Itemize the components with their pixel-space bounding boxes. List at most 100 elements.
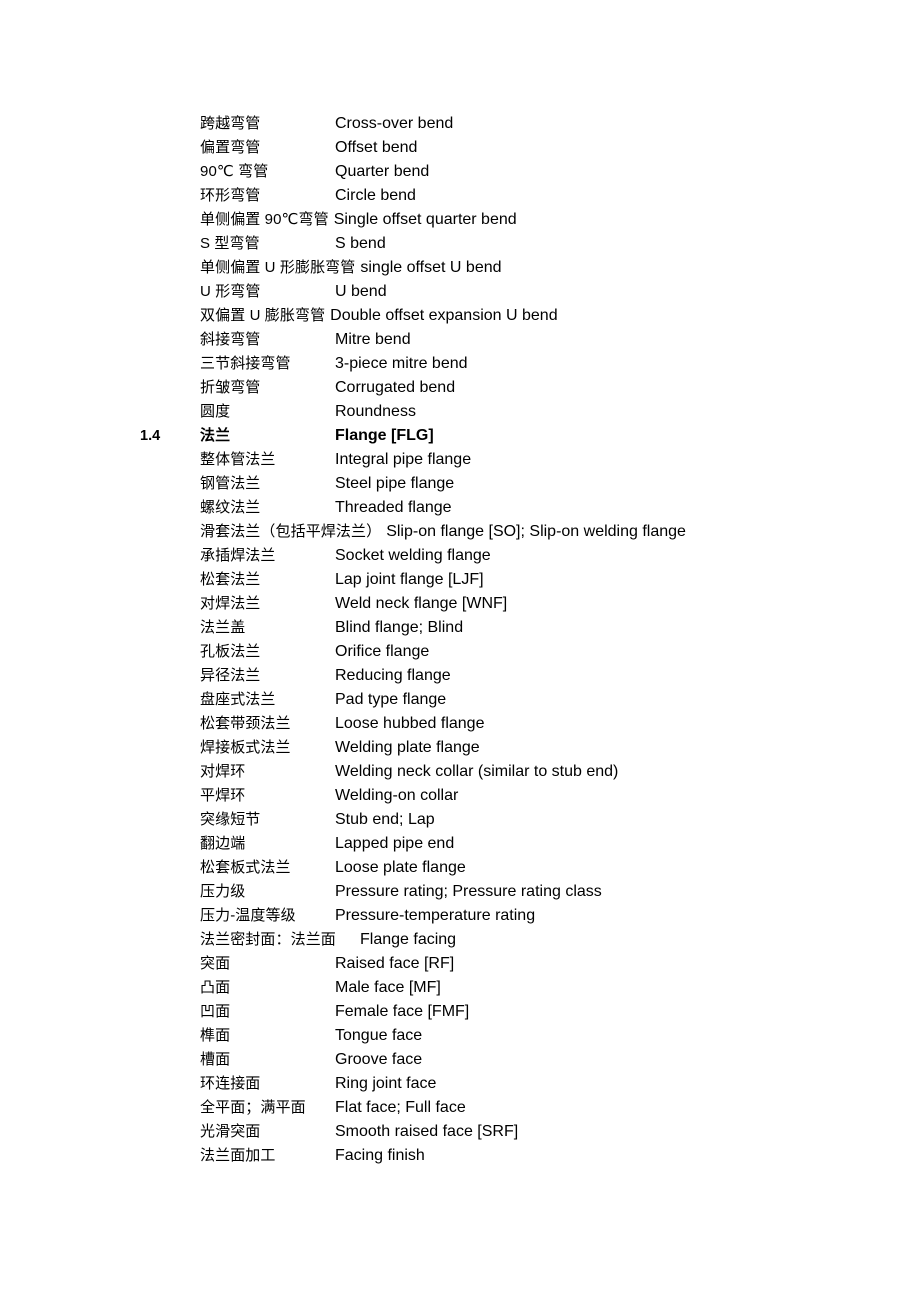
term-chinese: 双偏置 U 膨胀弯管 (200, 307, 326, 324)
term-chinese: 松套板式法兰 (200, 859, 291, 876)
term-chinese: 突面 (200, 955, 231, 972)
term-english: Lapped pipe end (335, 835, 455, 852)
term-english: Roundness (335, 403, 416, 420)
term-english: Integral pipe flange (335, 451, 472, 468)
term-chinese: 整体管法兰 (200, 451, 276, 468)
term-english: Welding plate flange (335, 739, 480, 756)
glossary-row: 整体管法兰 Integral pipe flange (0, 448, 920, 472)
term-chinese: 偏置弯管 (200, 139, 261, 156)
term-chinese: 法兰盖 (200, 619, 246, 636)
glossary-row: U 形弯管 U bend (0, 280, 920, 304)
term-english: Steel pipe flange (335, 475, 455, 492)
glossary-row: 凹面 Female face [FMF] (0, 1000, 920, 1024)
term-english: Stub end; Lap (335, 811, 435, 828)
term-chinese: 环形弯管 (200, 187, 261, 204)
glossary-row: 斜接弯管 Mitre bend (0, 328, 920, 352)
glossary-row: 对焊法兰 Weld neck flange [WNF] (0, 592, 920, 616)
term-chinese: 钢管法兰 (200, 475, 261, 492)
term-english: Pressure-temperature rating (335, 907, 536, 924)
term-english: Double offset expansion U bend (330, 307, 558, 324)
term-chinese: U 形弯管 (200, 283, 261, 300)
term-chinese: 承插焊法兰 (200, 547, 276, 564)
glossary-row: S 型弯管 S bend (0, 232, 920, 256)
term-chinese: 松套带颈法兰 (200, 715, 291, 732)
glossary-row: 焊接板式法兰 Welding plate flange (0, 736, 920, 760)
term-chinese: 螺纹法兰 (200, 499, 261, 516)
glossary-row: 对焊环 Welding neck collar (similar to stub … (0, 760, 920, 784)
glossary-row: 双偏置 U 膨胀弯管 Double offset expansion U bend (0, 304, 920, 328)
glossary-row: 钢管法兰 Steel pipe flange (0, 472, 920, 496)
term-chinese: 光滑突面 (200, 1123, 261, 1140)
glossary-row: 突面 Raised face [RF] (0, 952, 920, 976)
term-chinese: 斜接弯管 (200, 331, 261, 348)
glossary-row: 承插焊法兰 Socket welding flange (0, 544, 920, 568)
term-chinese: 异径法兰 (200, 667, 261, 684)
term-chinese: 法兰面加工 (200, 1147, 276, 1164)
term-english: Ring joint face (335, 1075, 437, 1092)
glossary-row: 全平面；满平面 Flat face; Full face (0, 1096, 920, 1120)
term-english: Facing finish (335, 1147, 425, 1164)
term-chinese: 槽面 (200, 1051, 231, 1068)
glossary-row: 槽面 Groove face (0, 1048, 920, 1072)
glossary-row: 压力-温度等级 Pressure-temperature rating (0, 904, 920, 928)
term-english: Female face [FMF] (335, 1003, 470, 1020)
glossary-row: 榫面 Tongue face (0, 1024, 920, 1048)
term-english: Weld neck flange [WNF] (335, 595, 508, 612)
term-english: Smooth raised face [SRF] (335, 1123, 519, 1140)
term-chinese: 三节斜接弯管 (200, 355, 291, 372)
glossary-row: 凸面 Male face [MF] (0, 976, 920, 1000)
section-number: 1.4 (140, 428, 161, 444)
term-chinese: 焊接板式法兰 (200, 739, 291, 756)
glossary-row: 圆度 Roundness (0, 400, 920, 424)
glossary-row: 突缘短节 Stub end; Lap (0, 808, 920, 832)
glossary-row: 环形弯管 Circle bend (0, 184, 920, 208)
term-english: Quarter bend (335, 163, 430, 180)
term-chinese: 全平面；满平面 (200, 1099, 306, 1116)
term-english: Flat face; Full face (335, 1099, 466, 1116)
term-english: Welding-on collar (335, 787, 459, 804)
term-english: Tongue face (335, 1027, 423, 1044)
term-english: Reducing flange (335, 667, 451, 684)
term-chinese: 环连接面 (200, 1075, 261, 1092)
term-english: Cross-over bend (335, 115, 454, 132)
glossary-row: 单侧偏置 U 形膨胀弯管 single offset U bend (0, 256, 920, 280)
glossary-row: 三节斜接弯管 3-piece mitre bend (0, 352, 920, 376)
glossary-row: 1.4 法兰 Flange [FLG] (0, 424, 920, 448)
glossary-row: 90℃ 弯管 Quarter bend (0, 160, 920, 184)
term-english: Offset bend (335, 139, 418, 156)
glossary-row: 单侧偏置 90℃弯管 Single offset quarter bend (0, 208, 920, 232)
document-page: 跨越弯管 Cross-over bend 偏置弯管 Offset bend 90℃ 弯管… (0, 0, 920, 1302)
glossary-row: 螺纹法兰 Threaded flange (0, 496, 920, 520)
term-chinese: 法兰密封面：法兰面 (200, 931, 336, 948)
term-chinese: 压力-温度等级 (200, 907, 296, 924)
term-chinese: 压力级 (200, 883, 246, 900)
glossary-row: 孔板法兰 Orifice flange (0, 640, 920, 664)
term-english: Loose hubbed flange (335, 715, 485, 732)
term-chinese: 突缘短节 (200, 811, 261, 828)
term-chinese: 折皱弯管 (200, 379, 261, 396)
term-chinese: 对焊法兰 (200, 595, 261, 612)
term-chinese: 对焊环 (200, 763, 246, 780)
term-chinese: 榫面 (200, 1027, 231, 1044)
term-english: Raised face [RF] (335, 955, 455, 972)
term-chinese: 翻边端 (200, 835, 246, 852)
term-english: Circle bend (335, 187, 416, 204)
glossary-row: 滑套法兰（包括平焊法兰） Slip-on flange [SO]; Slip-on… (0, 520, 920, 544)
term-chinese: 法兰 (200, 427, 231, 444)
term-english: S bend (335, 235, 386, 252)
term-chinese: 盘座式法兰 (200, 691, 276, 708)
term-chinese: 单侧偏置 U 形膨胀弯管 (200, 259, 356, 276)
term-chinese: 滑套法兰（包括平焊法兰） (200, 523, 382, 540)
term-chinese: 90℃ 弯管 (200, 163, 269, 180)
glossary-row: 盘座式法兰 Pad type flange (0, 688, 920, 712)
glossary-row: 法兰面加工 Facing finish (0, 1144, 920, 1168)
glossary-row: 跨越弯管 Cross-over bend (0, 112, 920, 136)
term-english: single offset U bend (360, 259, 502, 276)
glossary-row: 压力级 Pressure rating; Pressure rating clas… (0, 880, 920, 904)
term-chinese: 松套法兰 (200, 571, 261, 588)
glossary-row: 松套法兰 Lap joint flange [LJF] (0, 568, 920, 592)
term-english: Mitre bend (335, 331, 411, 348)
glossary-row: 法兰盖 Blind flange; Blind (0, 616, 920, 640)
term-english: Groove face (335, 1051, 423, 1068)
term-chinese: 圆度 (200, 403, 231, 420)
